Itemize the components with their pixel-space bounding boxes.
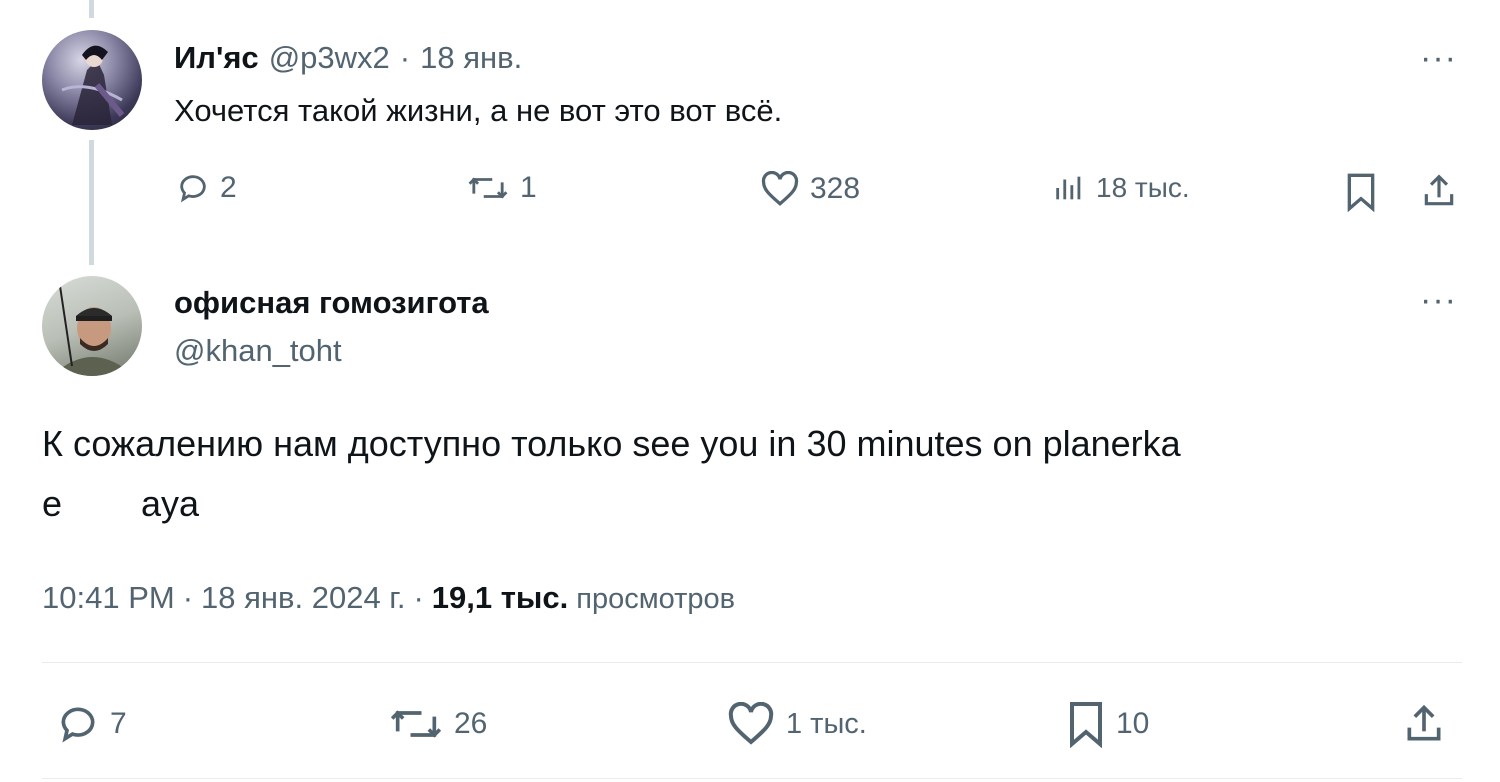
tweet-text-line: К сожалению нам доступно только see you … xyxy=(42,423,1181,464)
repost-count: 1 xyxy=(520,171,537,204)
repost-icon xyxy=(390,710,442,738)
bookmark-count: 10 xyxy=(1116,707,1150,740)
reply-date[interactable]: 18 янв. xyxy=(420,40,522,76)
views-count: 18 тыс. xyxy=(1096,172,1190,203)
divider xyxy=(42,662,1462,663)
separator-dot: · xyxy=(182,580,194,615)
views-count: 19,1 тыс. xyxy=(431,580,569,615)
heart-icon xyxy=(761,171,799,206)
separator-dot: · xyxy=(413,580,424,615)
like-count: 1 тыс. xyxy=(786,707,867,740)
reply-author-handle[interactable]: @p3wx2 xyxy=(269,40,390,76)
reply-button[interactable]: 2 xyxy=(176,171,237,205)
repost-button[interactable]: 26 xyxy=(388,702,487,746)
tweet-date[interactable]: 18 янв. 2024 г. xyxy=(201,580,405,616)
like-button[interactable]: 1 тыс. xyxy=(726,702,867,746)
bookmark-icon xyxy=(1070,702,1102,748)
repost-count: 26 xyxy=(454,707,488,740)
tweet-text-fragment: e xyxy=(42,483,63,524)
avatar[interactable] xyxy=(42,30,142,130)
repost-button[interactable]: 1 xyxy=(466,171,537,205)
bookmark-button[interactable] xyxy=(1344,172,1378,217)
avatar-image xyxy=(61,45,125,125)
separator-dot: · xyxy=(399,40,411,75)
more-options-icon[interactable]: ··· xyxy=(1420,283,1457,317)
share-icon xyxy=(1424,174,1454,206)
repost-icon xyxy=(468,177,508,199)
share-icon xyxy=(1407,704,1441,741)
bookmark-button[interactable]: 10 xyxy=(1066,700,1149,748)
heart-icon xyxy=(728,702,774,745)
thread-line xyxy=(89,0,94,18)
thread-line xyxy=(89,140,94,265)
divider xyxy=(42,778,1462,779)
views-label: просмотров xyxy=(576,583,736,615)
reply-header: Ил'яс @p3wx2 · 18 янв. xyxy=(174,40,522,76)
avatar-image xyxy=(52,285,134,376)
reply-icon xyxy=(180,175,206,203)
like-button[interactable]: 328 xyxy=(760,171,860,207)
analytics-icon xyxy=(1056,176,1081,200)
reply-button[interactable]: 7 xyxy=(56,702,127,746)
reply-author-name[interactable]: Ил'яс xyxy=(174,40,259,76)
reply-text: Хочется такой жизни, а не вот это вот вс… xyxy=(174,93,783,128)
reply-count: 2 xyxy=(220,171,237,204)
author-handle[interactable]: @khan_toht xyxy=(174,333,342,369)
author-name[interactable]: офисная гомозиготa xyxy=(174,285,489,321)
like-count: 328 xyxy=(810,172,861,205)
tweet-text-fragment: aya xyxy=(141,483,200,524)
avatar[interactable] xyxy=(42,276,142,376)
tweet-time[interactable]: 10:41 PM xyxy=(42,580,175,616)
reply-count: 7 xyxy=(110,707,127,740)
views-button[interactable]: 18 тыс. xyxy=(1052,171,1190,205)
share-button[interactable] xyxy=(1402,702,1446,751)
reply-icon xyxy=(61,707,95,743)
tweet-meta: 10:41 PM · 18 янв. 2024 г. · 19,1 тыс. п… xyxy=(42,580,735,616)
bookmark-icon xyxy=(1347,173,1375,213)
more-options-icon[interactable]: ··· xyxy=(1420,41,1457,75)
share-button[interactable] xyxy=(1420,172,1458,215)
